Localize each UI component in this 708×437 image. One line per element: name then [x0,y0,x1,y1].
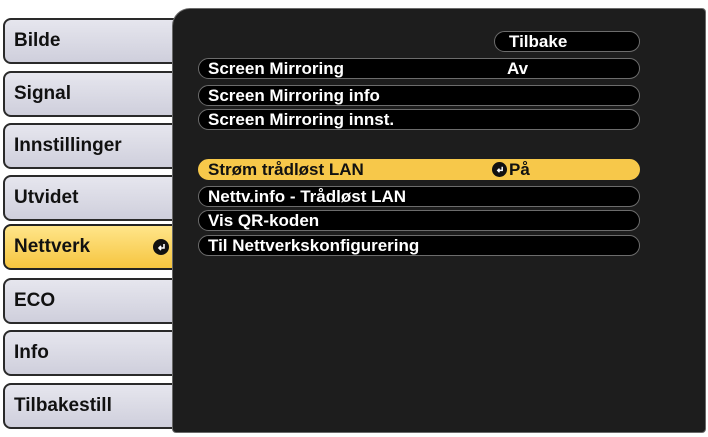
menu-row-screen-mirroring-innst[interactable]: Screen Mirroring innst. [198,109,640,130]
back-button[interactable]: Tilbake [494,31,640,52]
tab-innstillinger[interactable]: Innstillinger [3,123,183,169]
menu-row-nettv-info[interactable]: Nettv.info - Trådløst LAN [198,186,640,207]
enter-icon [492,162,507,177]
menu-row-til-nettverkskonfigurering[interactable]: Til Nettverkskonfigurering [198,235,640,256]
menu-row-vis-qr-koden[interactable]: Vis QR-koden [198,210,640,231]
row-value: På [509,160,530,179]
tab-label: Utvidet [14,187,79,208]
row-label: Vis QR-koden [208,211,320,230]
menu-row-strom-tradlost-lan[interactable]: Strøm trådløst LAN På [198,159,640,180]
tab-label: Bilde [14,30,61,51]
menu-row-screen-mirroring[interactable]: Screen Mirroring Av [198,58,640,79]
tab-signal[interactable]: Signal [3,71,183,117]
tab-eco[interactable]: ECO [3,278,183,324]
tab-label: ECO [14,290,56,311]
row-label: Strøm trådløst LAN [208,160,364,179]
tab-utvidet[interactable]: Utvidet [3,175,183,221]
menu-row-screen-mirroring-info[interactable]: Screen Mirroring info [198,85,640,106]
row-label: Screen Mirroring [208,59,345,78]
back-label: Tilbake [509,32,568,51]
tab-label: Info [14,342,49,363]
enter-icon [153,239,169,255]
row-label: Til Nettverkskonfigurering [208,236,420,255]
tab-bilde[interactable]: Bilde [3,18,183,64]
tab-label: Signal [14,83,72,104]
tab-label: Nettverk [14,236,91,257]
tab-info[interactable]: Info [3,330,183,376]
row-value-wrap: På [492,160,530,179]
tab-tilbakestill[interactable]: Tilbakestill [3,383,183,429]
tab-label: Innstillinger [14,135,122,156]
row-label: Screen Mirroring info [208,86,380,105]
row-value: Av [507,59,529,78]
tab-nettverk[interactable]: Nettverk [3,224,183,270]
row-label: Nettv.info - Trådløst LAN [208,187,407,206]
row-label: Screen Mirroring innst. [208,110,395,129]
tab-label: Tilbakestill [14,395,112,416]
